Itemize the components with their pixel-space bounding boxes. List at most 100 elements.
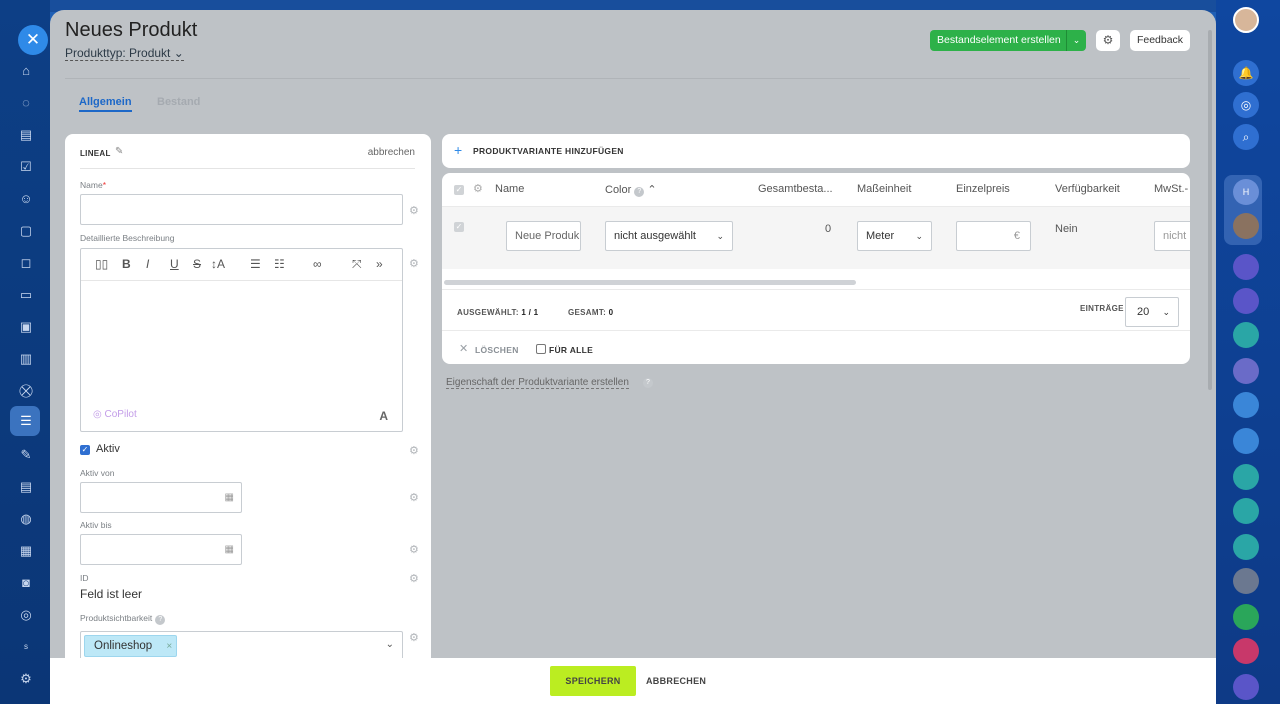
contacts-icon[interactable]: ☺ (17, 190, 35, 208)
gear-icon[interactable]: ⚙ (473, 182, 483, 195)
column-total-stock[interactable]: Gesamtbesta... (758, 183, 833, 195)
unit-select[interactable]: Meter ⌄ (857, 221, 932, 251)
close-slider-button[interactable]: ✕ (18, 25, 48, 55)
tab-allgemein[interactable]: Allgemein (79, 96, 132, 112)
cart-icon[interactable]: ⛒ (17, 382, 35, 400)
user-badge-icon[interactable]: s (17, 638, 35, 656)
cancel-edit-link[interactable]: abbrechen (368, 147, 415, 158)
bullet-list-icon[interactable]: ☷ (274, 257, 285, 271)
visibility-selector[interactable]: Onlineshop × ⌄ (80, 631, 403, 661)
payments-icon[interactable]: ▭ (17, 286, 35, 304)
pencil-icon[interactable]: ✎ (115, 146, 123, 157)
font-size-icon[interactable]: ↕A (211, 257, 225, 271)
text-format-icon[interactable]: A (379, 409, 388, 423)
gear-icon[interactable]: ⚙ (409, 631, 419, 644)
strikethrough-icon[interactable]: S (193, 257, 201, 271)
vat-select[interactable]: nicht (1154, 221, 1190, 251)
name-input[interactable] (80, 194, 403, 225)
horizontal-scrollbar[interactable] (444, 280, 856, 285)
lock-chat-icon[interactable] (1233, 428, 1259, 454)
feedback-button[interactable]: Feedback (1130, 30, 1190, 51)
lock-chat-icon[interactable] (1233, 358, 1259, 384)
settings-icon[interactable]: ⚙ (17, 670, 35, 688)
save-button[interactable]: SPEICHERN (550, 666, 636, 696)
italic-icon[interactable]: I (146, 257, 149, 271)
for-all-checkbox[interactable] (536, 344, 546, 354)
search-chat-icon[interactable]: ⌕ (1233, 124, 1259, 150)
price-input[interactable]: € (956, 221, 1031, 251)
column-price[interactable]: Einzelpreis (956, 183, 1010, 195)
chat-icon[interactable]: ◻ (17, 254, 35, 272)
gear-icon[interactable]: ⚙ (409, 257, 419, 270)
missed-call-icon[interactable] (1233, 638, 1259, 664)
help-icon[interactable]: ? (155, 615, 166, 625)
cancel-button[interactable]: ABBRECHEN (646, 666, 706, 696)
create-stock-element-button[interactable]: Bestandselement erstellen ⌄ (930, 30, 1086, 51)
paragraph-style-icon[interactable]: ▯▯ (95, 257, 108, 271)
sign-icon[interactable]: ✎ (17, 446, 35, 464)
catalog-icon[interactable]: ☰ (17, 412, 35, 430)
fullscreen-icon[interactable]: ⤧ (352, 257, 362, 272)
select-all-checkbox[interactable]: ✓ (454, 185, 464, 195)
feed-icon[interactable]: ◌ (17, 94, 35, 112)
numbered-list-icon[interactable]: ☰ (250, 257, 261, 271)
tab-bestand[interactable]: Bestand (157, 96, 200, 108)
variant-name-input[interactable]: Neue Produk (506, 221, 581, 251)
column-availability[interactable]: Verfügbarkeit (1055, 183, 1120, 195)
analytics-icon[interactable]: ▥ (17, 350, 35, 368)
delete-button[interactable]: LÖSCHEN (475, 345, 519, 355)
link-icon[interactable]: ∞ (313, 257, 322, 271)
gear-icon[interactable]: ⚙ (409, 491, 419, 504)
row-checkbox[interactable]: ✓ (454, 222, 464, 232)
lock-chat-icon[interactable] (1233, 392, 1259, 418)
help-icon[interactable]: ? (643, 378, 653, 388)
chevron-down-icon[interactable]: ⌄ (1066, 30, 1086, 51)
bold-icon[interactable]: B (122, 257, 131, 271)
color-select[interactable]: nicht ausgewählt ⌄ (605, 221, 733, 251)
phone-chat-icon[interactable] (1233, 604, 1259, 630)
product-type-selector[interactable]: Produkttyp: Produkt ⌄ (65, 46, 184, 61)
calendar-icon[interactable]: ▦ (225, 544, 234, 555)
gear-icon[interactable]: ⚙ (409, 572, 419, 585)
support-icon[interactable]: ◍ (17, 510, 35, 528)
user-avatar[interactable] (1233, 7, 1259, 33)
calendar-icon[interactable]: ▦ (17, 542, 35, 560)
create-variant-property-link[interactable]: Eigenschaft der Produktvariante erstelle… (446, 377, 629, 389)
receipt-icon[interactable]: ▤ (17, 478, 35, 496)
lock-chat-icon[interactable] (1233, 498, 1259, 524)
gear-icon[interactable]: ⚙ (409, 204, 419, 217)
column-name[interactable]: Name (495, 183, 524, 195)
vertical-scrollbar[interactable] (1208, 30, 1212, 390)
copilot-chat-avatar[interactable] (1233, 254, 1259, 280)
chat-avatar-person[interactable] (1233, 213, 1259, 239)
column-unit[interactable]: Maßeinheit (857, 183, 911, 195)
add-variant-bar[interactable]: + PRODUKTVARIANTE HINZUFÜGEN (442, 134, 1190, 168)
description-editor[interactable]: ▯▯ B I U S ↕A ☰ ☷ ∞ ⤧ » ◎ CoPilot A (80, 248, 403, 432)
entries-per-page-select[interactable]: 20 ⌄ (1125, 297, 1179, 327)
files-icon[interactable]: ▢ (17, 222, 35, 240)
gear-icon[interactable]: ⚙ (409, 444, 419, 457)
robot-icon[interactable]: ◙ (17, 574, 35, 592)
active-until-input[interactable]: ▦ (80, 534, 242, 565)
gear-icon[interactable]: ⚙ (409, 543, 419, 556)
copilot-chat-icon[interactable]: ◎ (1233, 92, 1259, 118)
crm-icon[interactable]: ▣ (17, 318, 35, 336)
tasks-icon[interactable]: ☑ (17, 158, 35, 176)
calendar-icon[interactable]: ▦ (225, 492, 234, 503)
copilot-button[interactable]: ◎ CoPilot (93, 409, 137, 420)
group-chat-avatar[interactable] (1233, 568, 1259, 594)
underline-icon[interactable]: U (170, 257, 179, 271)
task-chat-icon[interactable] (1233, 464, 1259, 490)
chevron-down-icon[interactable]: ⌄ (386, 639, 394, 650)
target-icon[interactable]: ◎ (17, 606, 35, 624)
copilot-chat-avatar[interactable] (1233, 674, 1259, 700)
home-icon[interactable]: ⌂ (17, 62, 35, 80)
notifications-icon[interactable]: 🔔 (1233, 60, 1259, 86)
more-icon[interactable]: » (376, 257, 383, 271)
column-vat[interactable]: MwSt.- (1154, 183, 1188, 195)
chat-avatar-h[interactable]: H (1233, 179, 1259, 205)
settings-button[interactable]: ⚙ (1096, 30, 1120, 51)
active-from-input[interactable]: ▦ (80, 482, 242, 513)
document-icon[interactable]: ▤ (17, 126, 35, 144)
help-icon[interactable]: ? (634, 187, 645, 197)
